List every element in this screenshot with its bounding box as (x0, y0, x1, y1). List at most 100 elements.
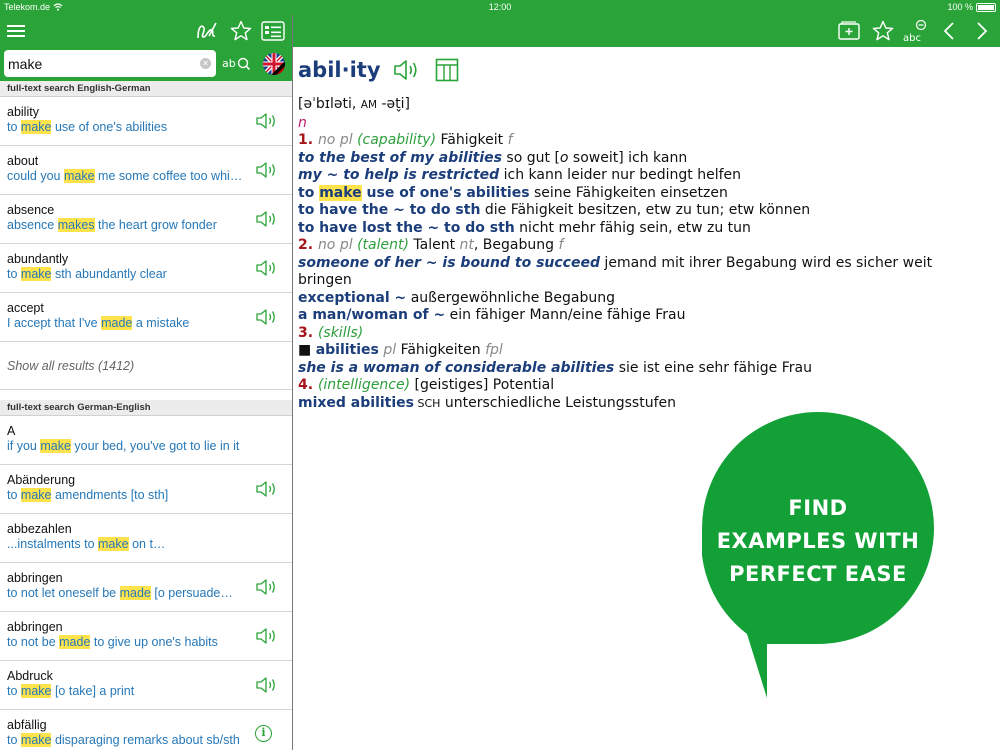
list-item[interactable]: Abdruck to make [o take] a print (0, 661, 292, 710)
search-match: make (20, 733, 52, 747)
search-bar: ✕ ab (0, 47, 292, 81)
example-text: to not let oneself be (7, 586, 120, 600)
search-match: make (40, 439, 71, 453)
list-item[interactable]: absence absence makes the heart grow fond… (0, 195, 292, 244)
entry-segment: 4. (298, 377, 318, 393)
entry-segment: 3. (298, 324, 318, 341)
results-list: full-text search English-German ability to… (0, 81, 292, 750)
list-item-example: to make disparaging remarks about sb/sth (7, 733, 247, 748)
clear-search-icon[interactable]: ✕ (200, 58, 211, 69)
promo-text: FIND EXAMPLES WITH PERFECT EASE (716, 496, 920, 586)
history-list-icon[interactable] (260, 18, 286, 44)
speaker-icon[interactable] (393, 58, 421, 82)
example-text: could you (7, 169, 64, 183)
example-text: on t… (128, 537, 166, 551)
example-text: to not be (7, 635, 60, 649)
list-item-headword: A (7, 424, 16, 438)
search-match: made (119, 586, 151, 600)
entry-segment: abilities (315, 342, 379, 358)
search-match: makes (57, 218, 95, 232)
speaker-icon[interactable] (255, 209, 279, 229)
entry-line: 3. (skills) (298, 325, 988, 343)
speaker-icon[interactable] (255, 160, 279, 180)
entry-line: 2. no pl (talent) Talent nt, Begabung f (298, 237, 988, 255)
hamburger-menu-icon[interactable] (3, 18, 29, 44)
table-icon[interactable] (435, 58, 459, 82)
search-input[interactable] (8, 53, 192, 74)
font-size-icon[interactable]: abc (902, 18, 928, 44)
list-item-example: if you make your bed, you've got to lie … (7, 439, 247, 454)
search-match: make (98, 537, 129, 551)
list-item[interactable]: Abänderung to make amendments [to sth] (0, 465, 292, 514)
list-item-headword: abundantly (7, 252, 69, 266)
entry-segment: make (319, 184, 362, 201)
list-item[interactable]: abfällig to make disparaging remarks abou… (0, 710, 292, 750)
entry-segment: no pl (317, 237, 358, 253)
example-text: your bed, you've got to lie in it (70, 439, 240, 453)
abc-search-icon[interactable]: ab (222, 52, 252, 76)
handwriting-icon[interactable] (194, 18, 220, 44)
search-match: make (63, 169, 95, 183)
list-item[interactable]: abbringen to not let oneself be made [o p… (0, 563, 292, 612)
speaker-icon[interactable] (255, 111, 279, 131)
search-match: make (20, 120, 52, 134)
star-icon[interactable] (870, 18, 896, 44)
speaker-icon[interactable] (255, 577, 279, 597)
entry-line: 1. no pl (capability) Fähigkeit f (298, 132, 988, 150)
list-item[interactable]: accept I accept that I've made a mistake (0, 293, 292, 342)
list-item[interactable]: ability to make use of one's abilities (0, 97, 292, 146)
list-item[interactable]: Aif you make your bed, you've got to lie… (0, 416, 292, 465)
pronunciation: [əˈbɪləti, AM -ət̬i] (298, 96, 411, 112)
entry-body: [əˈbɪləti, AM -ət̬i] n 1. no pl (capabil… (298, 96, 988, 412)
speaker-icon[interactable] (255, 258, 279, 278)
example-text: if you (7, 439, 41, 453)
example-text: me some coffee too whi… (94, 169, 243, 183)
entry-segment: Fähigkeit (440, 132, 508, 148)
list-item[interactable]: abundantly to make sth abundantly clear (0, 244, 292, 293)
entry-segment: Fähigkeiten (400, 342, 486, 358)
speaker-icon[interactable] (255, 626, 279, 646)
list-item[interactable]: abbezahlen ...instalments to make on t… (0, 514, 292, 563)
show-all-results-link[interactable]: Show all results (1412) (0, 342, 292, 390)
part-of-speech: n (298, 114, 307, 131)
chevron-right-icon[interactable] (969, 18, 995, 44)
star-icon[interactable] (228, 18, 254, 44)
entry-segment: no pl (317, 132, 358, 148)
speaker-icon[interactable] (255, 675, 279, 695)
list-item-headword: abbringen (7, 571, 63, 585)
entry-segment: pl (378, 342, 401, 358)
list-item-headword: absence (7, 203, 55, 217)
example-text: to (7, 120, 21, 134)
list-item-headword: Abänderung (7, 473, 76, 487)
list-item-headword: abfällig (7, 718, 47, 732)
entry-line: exceptional ~ außergewöhnliche Begabung (298, 290, 988, 308)
list-item[interactable]: abbringen to not be made to give up one's… (0, 612, 292, 661)
list-item-headword: accept (7, 301, 44, 315)
svg-text:ab: ab (222, 57, 236, 70)
add-card-icon[interactable] (836, 18, 862, 44)
list-item[interactable]: about could you make me some coffee too w… (0, 146, 292, 195)
uk-de-flag-icon[interactable] (262, 52, 286, 76)
entry-segment: exceptional ~ (298, 289, 407, 306)
entry-line: a man/woman of ~ ein fähiger Mann/eine f… (298, 307, 988, 325)
speaker-icon[interactable] (255, 479, 279, 499)
entry-segment: mixed abilities (298, 394, 414, 411)
example-text: absence (7, 218, 58, 232)
entry-segment: (skills) (317, 324, 364, 341)
chevron-left-icon[interactable] (936, 18, 962, 44)
list-item-headword: ability (7, 105, 39, 119)
entry-segment: someone of her ~ is bound to succeed (298, 254, 600, 271)
entry-segment: a man/woman of ~ (298, 307, 446, 323)
info-icon[interactable]: i (255, 725, 272, 742)
entry-segment: fpl (485, 342, 503, 358)
entry-headword: abil·ity (298, 58, 381, 82)
list-item-headword: about (7, 154, 39, 168)
example-text: to (7, 488, 21, 502)
entry-segment: soweit] ich kann (568, 149, 688, 166)
right-toolbar: abc (293, 15, 1000, 47)
dictionary-entry: abil·ity [əˈbɪləti, AM -ət̬i] n 1. no pl… (298, 52, 988, 412)
speaker-icon[interactable] (255, 307, 279, 327)
entry-segment: außergewöhnliche Begabung (406, 289, 616, 306)
entry-segment: to have lost the ~ to do sth (298, 219, 515, 236)
entry-segment: to have the ~ to do sth (298, 202, 481, 218)
